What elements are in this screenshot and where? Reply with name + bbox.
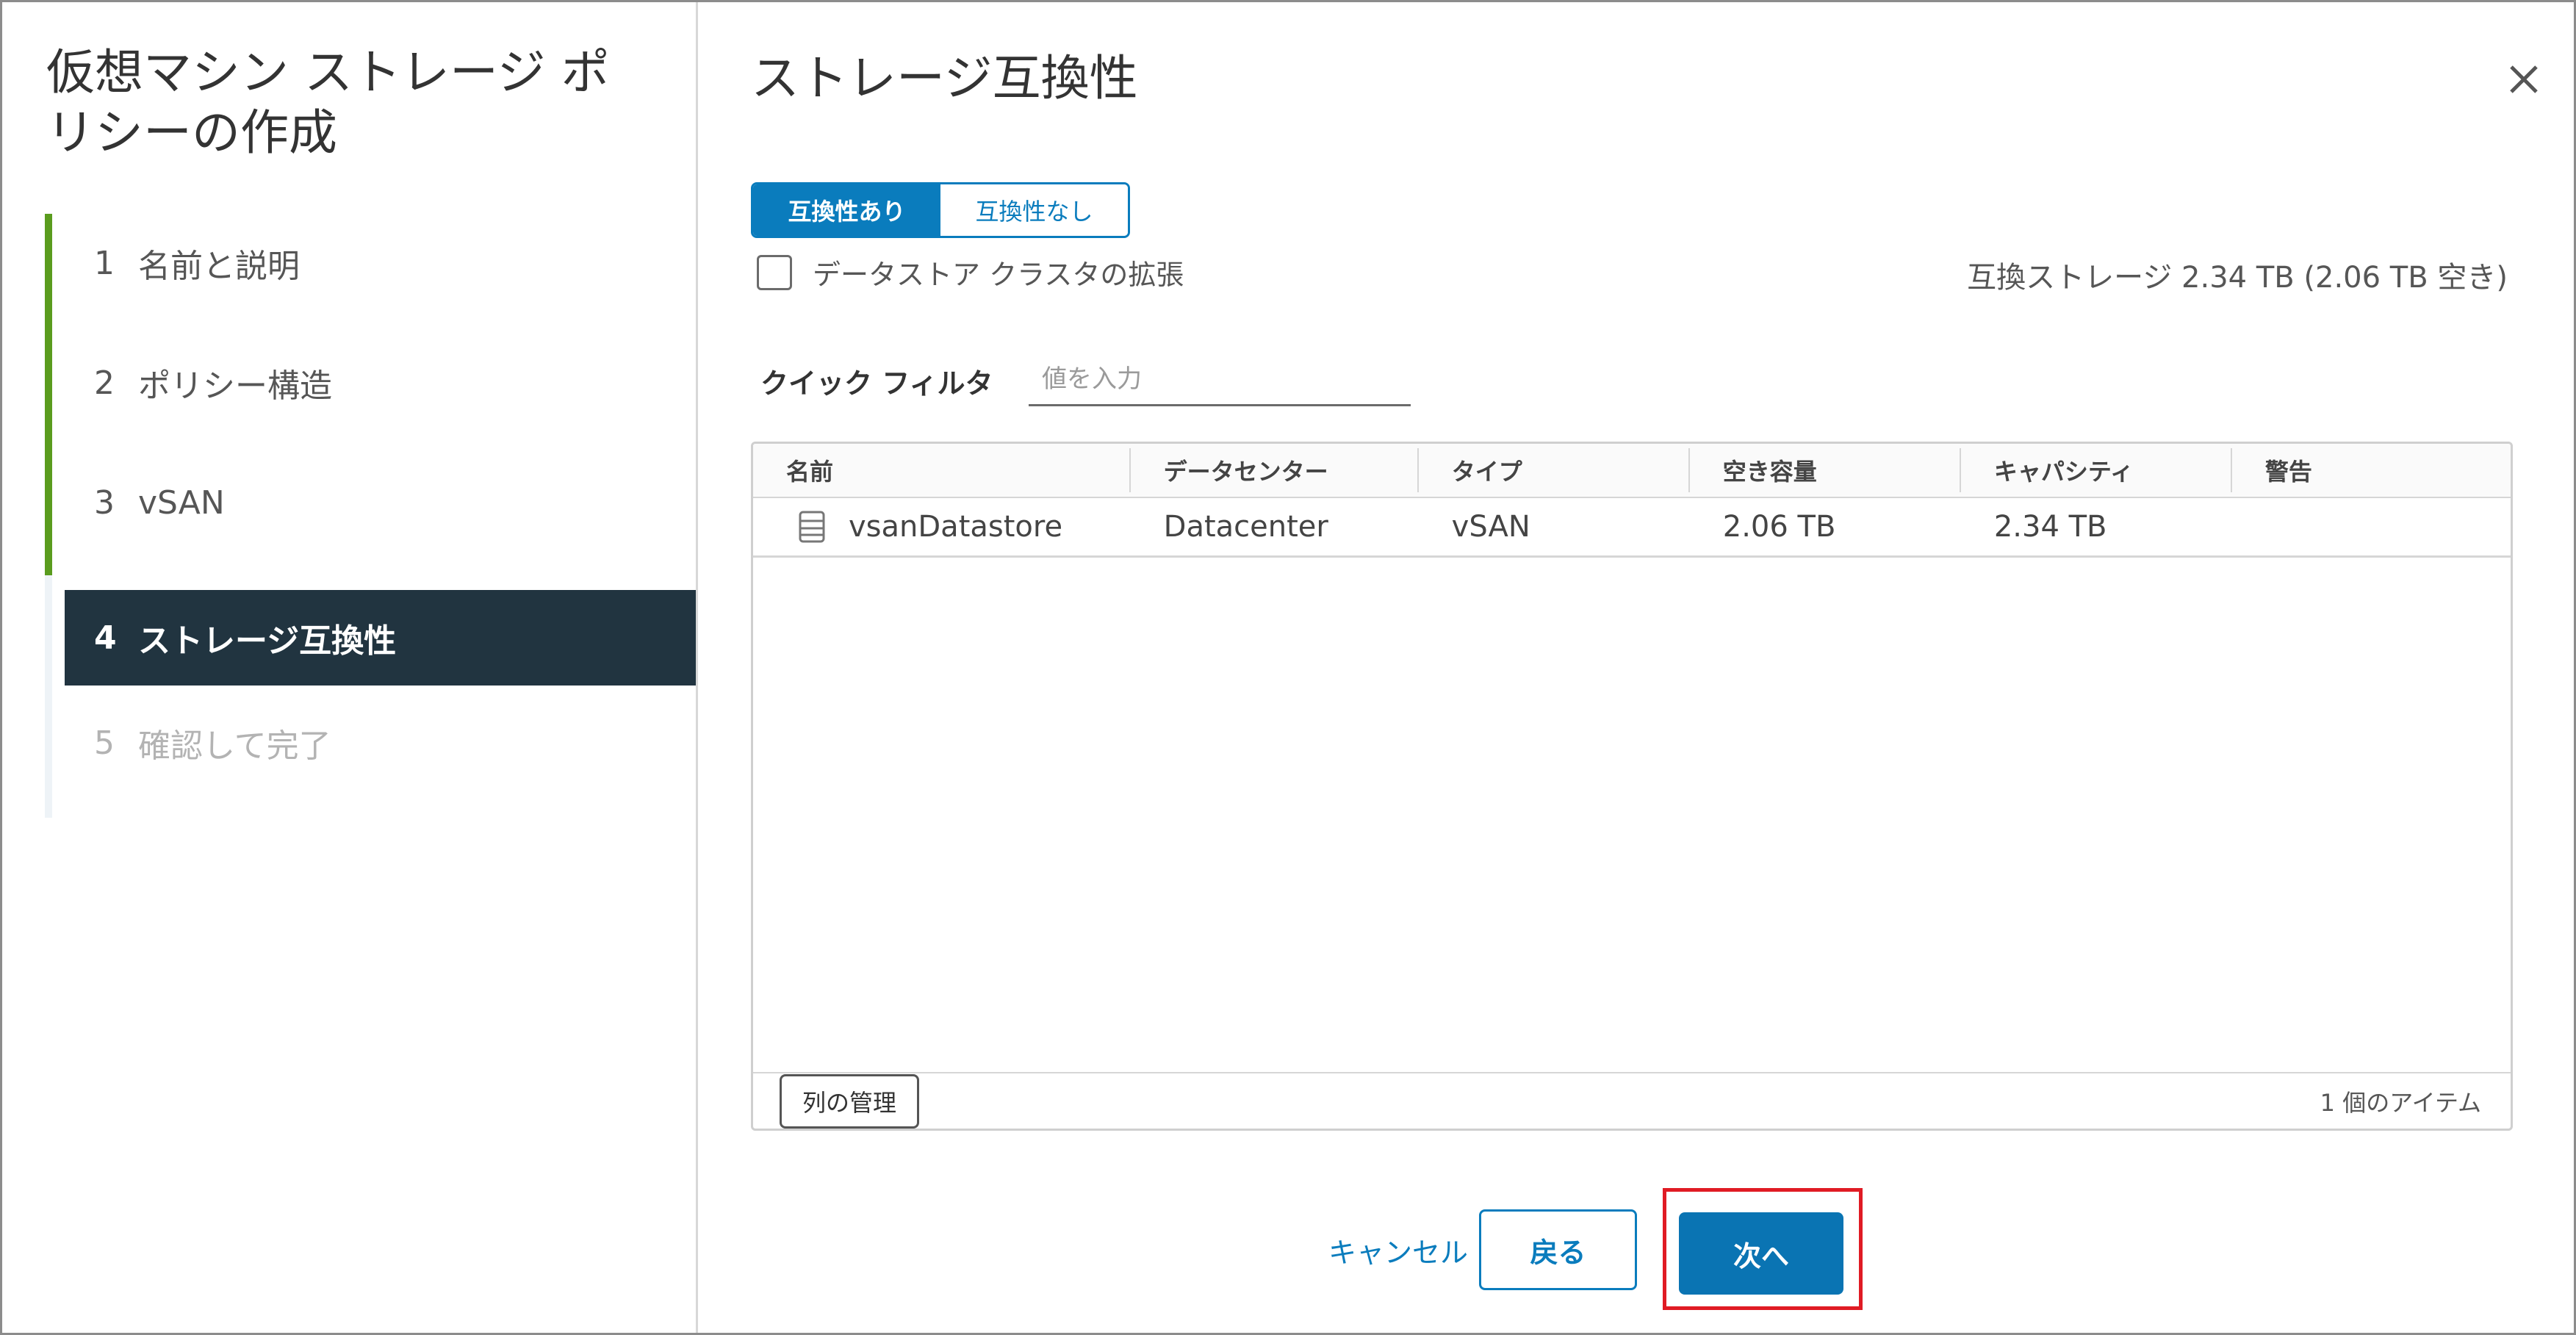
cell-datacenter: Datacenter (1163, 510, 1328, 544)
datastore-icon (799, 511, 825, 543)
step-label: 名前と説明 (138, 248, 300, 285)
compatible-storage-summary: 互換ストレージ 2.34 TB (2.06 TB 空き) (1967, 261, 2508, 295)
step-label: 確認して完了 (138, 727, 331, 765)
column-header-capacity[interactable]: キャパシティ (1961, 448, 2232, 492)
cell-name: vsanDatastore (753, 498, 1131, 555)
expand-cluster-checkbox[interactable] (757, 254, 792, 290)
grid-header: 名前 データセンター タイプ 空き容量 キャパシティ 警告 (753, 444, 2511, 498)
step-progress-track (45, 575, 52, 818)
main-panel: ストレージ互換性 互換性あり 互換性なし データストア クラスタの拡張 互換スト… (698, 2, 2574, 1333)
datastore-grid: 名前 データセンター タイプ 空き容量 キャパシティ 警告 vsanDatast… (751, 442, 2513, 1131)
step-label: ポリシー構造 (138, 367, 332, 405)
toggle-compatible[interactable]: 互換性あり (753, 184, 940, 236)
wizard-title: 仮想マシン ストレージ ポリシーの作成 (46, 44, 610, 161)
quick-filter-label: クイック フィルタ (760, 367, 993, 400)
back-button[interactable]: 戻る (1479, 1209, 1637, 1290)
cell-type: vSAN (1451, 510, 1530, 544)
column-header-name[interactable]: 名前 (753, 448, 1131, 492)
toggle-incompatible[interactable]: 互換性なし (940, 184, 1128, 236)
step-label: vSAN (138, 483, 225, 522)
step-number: 1 (94, 244, 115, 282)
column-header-type[interactable]: タイプ (1419, 448, 1690, 492)
wizard-sidebar: 仮想マシン ストレージ ポリシーの作成 1 名前と説明 2 ポリシー構造 3 v… (2, 2, 698, 1333)
step-number: 5 (94, 724, 115, 762)
close-icon[interactable] (2498, 54, 2550, 105)
cell-capacity: 2.34 TB (1993, 510, 2107, 544)
grid-footer: 列の管理 1 個のアイテム (753, 1072, 2511, 1129)
next-button[interactable]: 次へ (1679, 1212, 1843, 1295)
step-progress-bar (45, 214, 52, 575)
step-number: 2 (94, 364, 115, 402)
step-number: 3 (94, 483, 115, 522)
step-review-and-finish: 5 確認して完了 (65, 695, 696, 791)
column-header-datacenter[interactable]: データセンター (1131, 448, 1419, 492)
step-label: ストレージ互換性 (138, 622, 397, 660)
storage-policy-dialog: 仮想マシン ストレージ ポリシーの作成 1 名前と説明 2 ポリシー構造 3 v… (0, 0, 2576, 1335)
item-count: 1 個のアイテム (2320, 1088, 2481, 1117)
column-header-free-space[interactable]: 空き容量 (1690, 448, 1961, 492)
expand-cluster-label: データストア クラスタの拡張 (813, 259, 1184, 291)
page-title: ストレージ互換性 (751, 50, 1138, 107)
expand-cluster-row: データストア クラスタの拡張 (757, 252, 1184, 292)
next-button-highlight: 次へ (1663, 1188, 1863, 1310)
quick-filter-input[interactable] (1029, 353, 1411, 406)
step-policy-structure[interactable]: 2 ポリシー構造 (65, 335, 696, 431)
step-name-and-description[interactable]: 1 名前と説明 (65, 215, 696, 311)
step-storage-compatibility[interactable]: 4 ストレージ互換性 (65, 590, 696, 686)
datastore-name: vsanDatastore (849, 510, 1063, 544)
step-vsan[interactable]: 3 vSAN (65, 455, 696, 550)
cell-free-space: 2.06 TB (1722, 510, 1836, 544)
compatibility-toggle: 互換性あり 互換性なし (751, 182, 1130, 238)
column-header-warning[interactable]: 警告 (2232, 448, 2511, 492)
manage-columns-button[interactable]: 列の管理 (780, 1073, 920, 1129)
table-row[interactable]: vsanDatastore Datacenter vSAN 2.06 TB 2.… (753, 498, 2511, 558)
cell-warning (2232, 498, 2511, 555)
step-number: 4 (94, 619, 117, 657)
